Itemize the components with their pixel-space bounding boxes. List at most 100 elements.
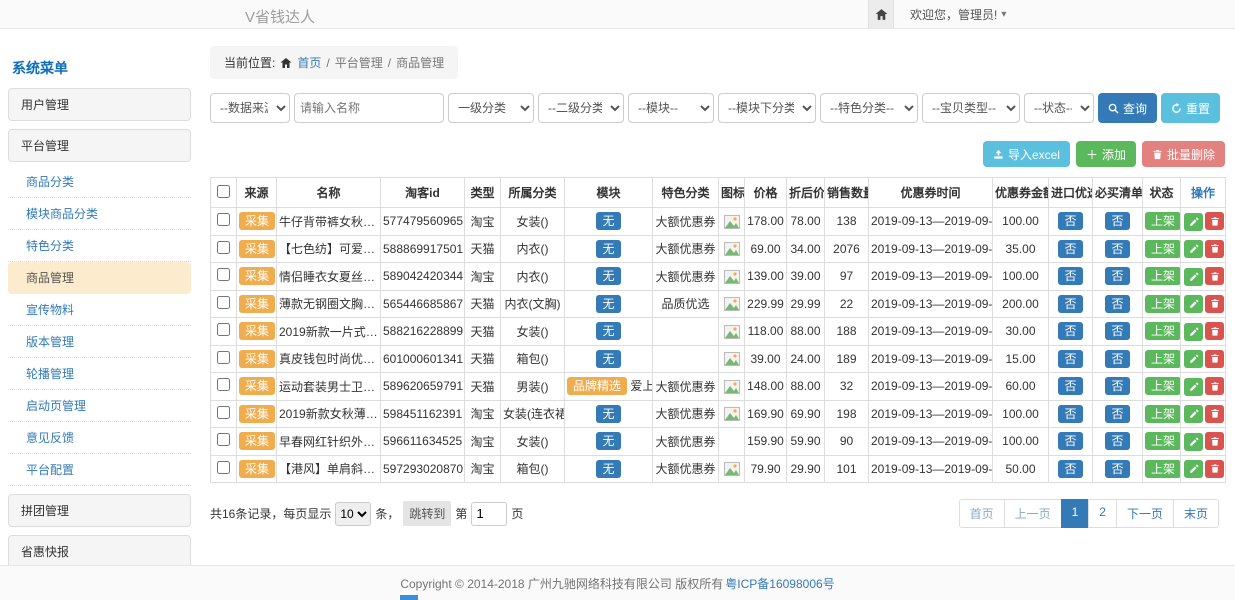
page-link-下一页[interactable]: 下一页 <box>1116 499 1174 528</box>
status-badge[interactable]: 上架 <box>1145 460 1181 478</box>
row-checkbox[interactable] <box>217 406 230 419</box>
sidebar-item-版本管理[interactable]: 版本管理 <box>8 326 191 358</box>
row-checkbox[interactable] <box>217 241 230 254</box>
delete-button[interactable] <box>1205 240 1224 258</box>
filter-select-一级分类[interactable]: 一级分类 <box>448 93 534 123</box>
row-checkbox[interactable] <box>217 378 230 391</box>
must-buy-toggle[interactable]: 否 <box>1105 460 1129 478</box>
name-search-input[interactable] <box>294 93 444 123</box>
delete-button[interactable] <box>1205 432 1224 450</box>
edit-button[interactable] <box>1184 433 1203 451</box>
edit-button[interactable] <box>1184 405 1203 423</box>
module-none-badge[interactable]: 无 <box>596 405 620 423</box>
module-none-badge[interactable]: 无 <box>596 212 620 230</box>
must-buy-toggle[interactable]: 否 <box>1105 377 1129 395</box>
module-none-badge[interactable]: 无 <box>596 295 620 313</box>
module-none-badge[interactable]: 无 <box>596 350 620 368</box>
user-menu[interactable]: 欢迎您，管理员! ▾ <box>910 6 1006 23</box>
filter-select-模块下分类[interactable]: --模块下分类-- <box>718 93 816 123</box>
filter-select-宝贝类型[interactable]: --宝贝类型-- <box>922 93 1020 123</box>
import-select-toggle[interactable]: 否 <box>1058 267 1082 285</box>
must-buy-toggle[interactable]: 否 <box>1105 240 1129 258</box>
module-none-badge[interactable]: 无 <box>596 460 620 478</box>
filter-select-特色分类[interactable]: --特色分类-- <box>820 93 918 123</box>
module-none-badge[interactable]: 无 <box>596 432 620 450</box>
edit-button[interactable] <box>1184 323 1203 341</box>
edit-button[interactable] <box>1184 350 1203 368</box>
import-select-toggle[interactable]: 否 <box>1058 295 1082 313</box>
delete-button[interactable] <box>1205 405 1224 423</box>
module-none-badge[interactable]: 无 <box>596 267 620 285</box>
edit-button[interactable] <box>1184 460 1203 478</box>
import-excel-button[interactable]: 导入excel <box>983 141 1070 167</box>
delete-button[interactable] <box>1205 350 1224 368</box>
status-badge[interactable]: 上架 <box>1145 350 1181 368</box>
search-button[interactable]: 查询 <box>1098 93 1157 123</box>
sidebar-item-平台配置[interactable]: 平台配置 <box>8 454 191 486</box>
import-select-toggle[interactable]: 否 <box>1058 432 1082 450</box>
must-buy-toggle[interactable]: 否 <box>1105 295 1129 313</box>
page-link-上一页[interactable]: 上一页 <box>1004 499 1062 528</box>
import-select-toggle[interactable]: 否 <box>1058 212 1082 230</box>
sidebar-panel-3[interactable]: 省惠快报 <box>8 535 191 568</box>
must-buy-toggle[interactable]: 否 <box>1105 322 1129 340</box>
filter-select-数据来源[interactable]: --数据来源-- <box>210 93 290 123</box>
sidebar-item-轮播管理[interactable]: 轮播管理 <box>8 358 191 390</box>
delete-button[interactable] <box>1205 267 1224 285</box>
page-link-1[interactable]: 1 <box>1061 499 1090 528</box>
icp-link[interactable]: 粤ICP备16098006号 <box>725 575 834 592</box>
sidebar-item-宣传物料[interactable]: 宣传物料 <box>8 294 191 326</box>
delete-button[interactable] <box>1205 295 1224 313</box>
sidebar-item-商品分类[interactable]: 商品分类 <box>8 166 191 198</box>
delete-button[interactable] <box>1205 460 1224 478</box>
edit-button[interactable] <box>1184 240 1203 258</box>
filter-select-状态[interactable]: --状态-- <box>1024 93 1094 123</box>
status-badge[interactable]: 上架 <box>1145 240 1181 258</box>
import-select-toggle[interactable]: 否 <box>1058 322 1082 340</box>
import-select-toggle[interactable]: 否 <box>1058 240 1082 258</box>
status-badge[interactable]: 上架 <box>1145 322 1181 340</box>
must-buy-toggle[interactable]: 否 <box>1105 350 1129 368</box>
sidebar-panel-2[interactable]: 拼团管理 <box>8 494 191 527</box>
row-checkbox[interactable] <box>217 351 230 364</box>
row-checkbox[interactable] <box>217 268 230 281</box>
per-page-select[interactable]: 10 <box>335 502 371 526</box>
status-badge[interactable]: 上架 <box>1145 405 1181 423</box>
status-badge[interactable]: 上架 <box>1145 295 1181 313</box>
import-select-toggle[interactable]: 否 <box>1058 405 1082 423</box>
import-select-toggle[interactable]: 否 <box>1058 460 1082 478</box>
status-badge[interactable]: 上架 <box>1145 267 1181 285</box>
status-badge[interactable]: 上架 <box>1145 377 1181 395</box>
must-buy-toggle[interactable]: 否 <box>1105 405 1129 423</box>
sidebar-item-特色分类[interactable]: 特色分类 <box>8 230 191 262</box>
module-none-badge[interactable]: 无 <box>596 240 620 258</box>
import-select-toggle[interactable]: 否 <box>1058 377 1082 395</box>
sidebar-panel-1[interactable]: 平台管理 <box>8 129 191 162</box>
delete-button[interactable] <box>1205 377 1224 395</box>
row-checkbox[interactable] <box>217 296 230 309</box>
status-badge[interactable]: 上架 <box>1145 432 1181 450</box>
jump-button[interactable]: 跳转到 <box>403 501 451 526</box>
sidebar-item-商品管理[interactable]: 商品管理 <box>8 262 191 294</box>
sidebar-item-意见反馈[interactable]: 意见反馈 <box>8 422 191 454</box>
import-select-toggle[interactable]: 否 <box>1058 350 1082 368</box>
reset-button[interactable]: 重置 <box>1161 93 1220 123</box>
delete-button[interactable] <box>1205 212 1224 230</box>
sidebar-item-启动页管理[interactable]: 启动页管理 <box>8 390 191 422</box>
edit-button[interactable] <box>1184 295 1203 313</box>
select-all-checkbox[interactable] <box>217 185 230 198</box>
sidebar-item-模块商品分类[interactable]: 模块商品分类 <box>8 198 191 230</box>
jump-page-input[interactable] <box>471 502 507 526</box>
status-badge[interactable]: 上架 <box>1145 212 1181 230</box>
module-none-badge[interactable]: 无 <box>596 322 620 340</box>
must-buy-toggle[interactable]: 否 <box>1105 432 1129 450</box>
edit-button[interactable] <box>1184 378 1203 396</box>
row-checkbox[interactable] <box>217 323 230 336</box>
must-buy-toggle[interactable]: 否 <box>1105 267 1129 285</box>
edit-button[interactable] <box>1184 268 1203 286</box>
must-buy-toggle[interactable]: 否 <box>1105 212 1129 230</box>
edit-button[interactable] <box>1184 213 1203 231</box>
row-checkbox[interactable] <box>217 213 230 226</box>
filter-select-二级分类[interactable]: --二级分类-- <box>538 93 624 123</box>
page-link-首页[interactable]: 首页 <box>959 499 1005 528</box>
